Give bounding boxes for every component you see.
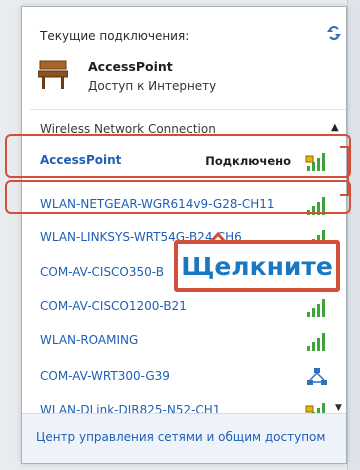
signal-bars-icon [307, 333, 325, 351]
network-item[interactable]: COM-AV-WRT300-G39 [30, 361, 335, 393]
chevron-up-icon[interactable]: ▲ [331, 122, 339, 133]
network-item[interactable]: WLAN-ROAMING [30, 325, 335, 357]
highlight-connected-network [5, 134, 351, 178]
network-flyout: Текущие подключения: AccessPoint Доступ … [21, 6, 347, 464]
click-callout: Щелкните [174, 240, 340, 292]
network-item[interactable]: COM-AV-CISCO1200-B21 [30, 291, 335, 323]
network-name: WLAN-ROAMING [40, 333, 139, 347]
current-network-name: AccessPoint [88, 59, 173, 74]
divider [30, 109, 346, 110]
refresh-icon[interactable] [324, 23, 344, 43]
adhoc-network-icon [307, 368, 327, 385]
footer: Центр управления сетями и общим доступом [22, 413, 346, 463]
window-frame [347, 0, 360, 470]
network-name: COM-AV-CISCO1200-B21 [40, 299, 187, 313]
scroll-down-icon[interactable]: ▼ [335, 403, 342, 413]
network-name: COM-AV-CISCO350-B [40, 265, 164, 279]
current-network-status: Доступ к Интернету [88, 79, 217, 93]
network-center-link[interactable]: Центр управления сетями и общим доступом [36, 430, 325, 444]
annotation-bracket [340, 146, 349, 196]
highlight-target-network [5, 180, 351, 214]
current-connections-label: Текущие подключения: [40, 29, 190, 43]
bench-network-icon [38, 60, 68, 89]
signal-bars-icon [307, 299, 325, 317]
network-name: COM-AV-WRT300-G39 [40, 369, 170, 383]
